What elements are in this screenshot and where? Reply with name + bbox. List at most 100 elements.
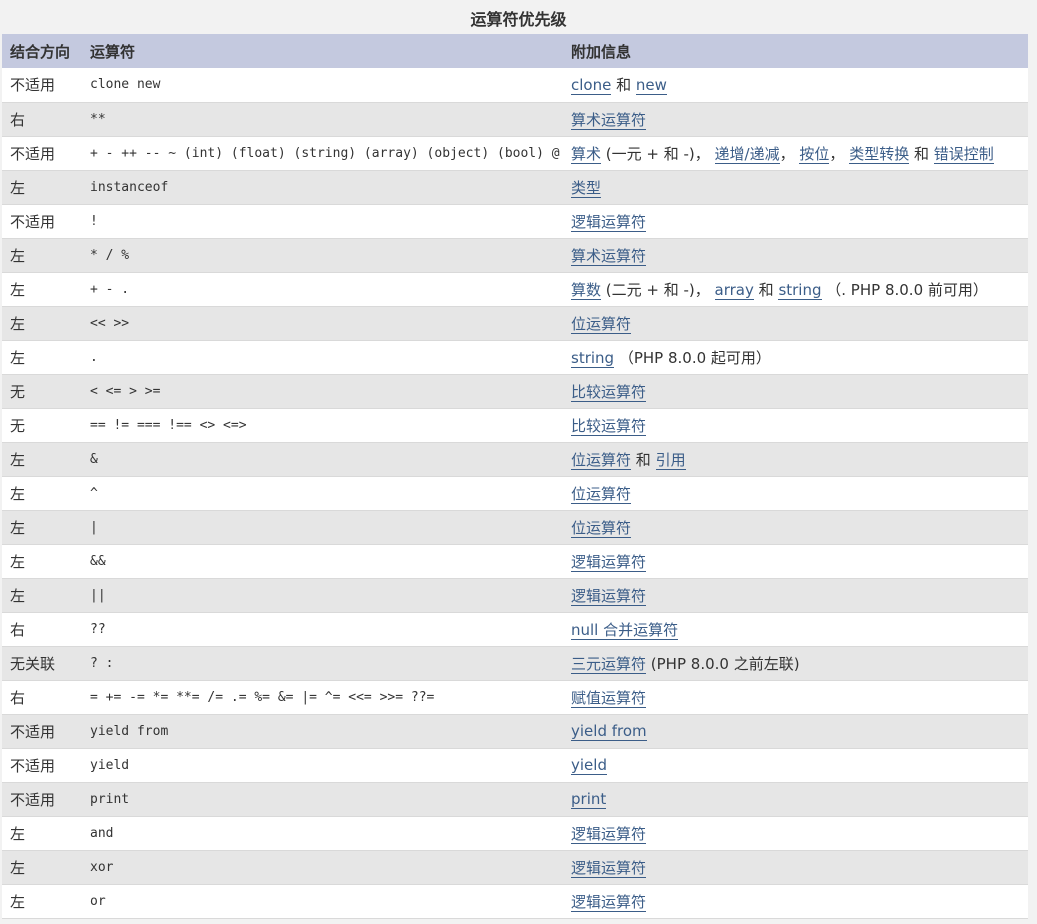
table-row: 左 and 逻辑运算符 [2,816,1028,850]
additional-info-cell: 算数 (二元 + 和 -)， array 和 string （. PHP 8.0… [563,272,1028,306]
info-link[interactable]: clone [571,76,612,96]
operators-cell: print [90,791,130,807]
info-link[interactable]: 引用 [655,450,686,470]
operators-cell: ?? [90,621,106,637]
operators-cell: + - ++ -- ~ (int) (float) (string) (arra… [90,145,560,161]
operators-cell: | [90,519,98,535]
associativity-cell: 左 [10,450,26,469]
table-caption: 运算符优先级 [470,10,567,29]
operators-cell: && [90,553,106,569]
associativity-cell: 左 [10,484,26,503]
table-row: 左 * / % 算术运算符 [2,238,1028,272]
info-link[interactable]: 逻辑运算符 [571,212,647,232]
info-link[interactable]: 赋值运算符 [571,688,647,708]
info-link[interactable]: 算术运算符 [571,110,647,130]
table-row: 右?? null 合并运算符 [2,612,1028,646]
info-link[interactable]: 位运算符 [571,314,632,334]
table-row: 不适用 yield from yield from [2,714,1028,748]
info-link[interactable]: 类型转换 [849,144,910,164]
table-row: 左 or 逻辑运算符 [2,884,1028,918]
info-link[interactable]: new [635,76,667,96]
additional-info-cell: 算术运算符 [563,238,1028,272]
operators-cell: + - . [90,281,130,297]
info-link[interactable]: array [714,280,754,300]
info-link[interactable]: string [778,280,822,300]
additional-info-cell: print [563,782,1028,816]
operators-cell: << >> [90,315,130,331]
info-link[interactable]: 算数 [571,280,602,300]
info-link[interactable]: 位运算符 [571,518,632,538]
table-row: 左 ^ 位运算符 [2,476,1028,510]
table-row: 无 < <= > >= 比较运算符 [2,374,1028,408]
additional-info-cell: 逻辑运算符 [563,816,1028,850]
info-link[interactable]: 类型 [571,178,602,198]
operators-cell: yield [90,757,130,773]
info-link[interactable]: 三元运算符 [571,654,647,674]
info-link[interactable]: 按位 [799,144,830,164]
info-link[interactable]: 位运算符 [571,484,632,504]
associativity-cell: 无关联 [10,654,56,673]
operators-cell: or [90,893,106,909]
info-link[interactable]: 错误控制 [933,144,994,164]
additional-info-cell: 算术 (一元 + 和 -)， 递增/递减， 按位， 类型转换 和 错误控制 [563,136,1028,170]
operators-cell: < <= > >= [90,383,161,399]
info-text: (一元 + 和 -)， [601,144,715,163]
info-link[interactable]: 逻辑运算符 [571,892,647,912]
info-link[interactable]: 比较运算符 [571,416,647,436]
additional-info-cell: string （PHP 8.0.0 起可用） [563,340,1028,374]
info-link[interactable]: 算术 [571,144,602,164]
info-link[interactable]: yield from [571,722,647,741]
operators-cell: & [90,451,98,467]
info-link[interactable]: 逻辑运算符 [571,586,647,606]
info-link[interactable]: null 合并运算符 [571,620,679,640]
table-row: 左 || 逻辑运算符 [2,578,1028,612]
info-text: ， [829,144,850,163]
table-row: 左 instanceof 类型 [2,170,1028,204]
table-row: 左 << >> 位运算符 [2,306,1028,340]
additional-info-cell: 逻辑运算符 [563,204,1028,238]
associativity-cell: 右 [10,688,26,707]
table-row: 左 xor 逻辑运算符 [2,850,1028,884]
table-row: 无 == != === !== <> <=> 比较运算符 [2,408,1028,442]
table-row: 左. string （PHP 8.0.0 起可用） [2,340,1028,374]
info-link[interactable]: 比较运算符 [571,382,647,402]
info-link[interactable]: 递增/递减 [714,144,780,164]
info-text: 和 [753,280,779,299]
additional-info-cell: clone 和 new [563,68,1028,102]
table-row: 左 | 位运算符 [2,510,1028,544]
operators-cell: xor [90,859,114,875]
associativity-cell: 左 [10,314,26,333]
table-row: 不适用 + - ++ -- ~ (int) (float) (string) (a… [2,136,1028,170]
operators-cell: ! [90,213,98,229]
header-additional-info: 附加信息 [571,42,632,61]
header-associativity: 结合方向 [10,42,71,61]
info-text: 和 [909,144,934,163]
associativity-cell: 左 [10,824,26,843]
info-link[interactable]: 位运算符 [571,450,632,470]
info-text: （. PHP 8.0.0 前可用） [821,280,988,299]
page: 运算符优先级 结合方向 运算符 附加信息 不适用 clone new clone 和… [0,0,1037,924]
additional-info-cell: 比较运算符 [563,374,1028,408]
operators-cell: . [90,349,98,365]
info-link[interactable]: 逻辑运算符 [571,858,647,878]
table-row: 不适用 print print [2,782,1028,816]
additional-info-cell: 位运算符 和 引用 [563,442,1028,476]
header-operators: 运算符 [90,42,136,61]
additional-info-cell: yield [563,748,1028,782]
operators-cell: yield from [90,723,169,739]
info-link[interactable]: 逻辑运算符 [571,552,647,572]
info-link[interactable]: 算术运算符 [571,246,647,266]
info-link[interactable]: print [571,790,607,809]
info-link[interactable]: yield [571,756,607,775]
associativity-cell: 左 [10,586,26,605]
additional-info-cell: 逻辑运算符 [563,544,1028,578]
info-link[interactable]: string [571,348,615,368]
associativity-cell: 不适用 [10,790,56,809]
info-link[interactable]: 逻辑运算符 [571,824,647,844]
additional-info-cell: 逻辑运算符 [563,578,1028,612]
table-row: 右 ** 算术运算符 [2,102,1028,136]
additional-info-cell: 位运算符 [563,306,1028,340]
operators-cell: clone new [90,77,161,93]
additional-info-cell: null 合并运算符 [563,612,1028,646]
info-text: 和 [631,450,656,469]
